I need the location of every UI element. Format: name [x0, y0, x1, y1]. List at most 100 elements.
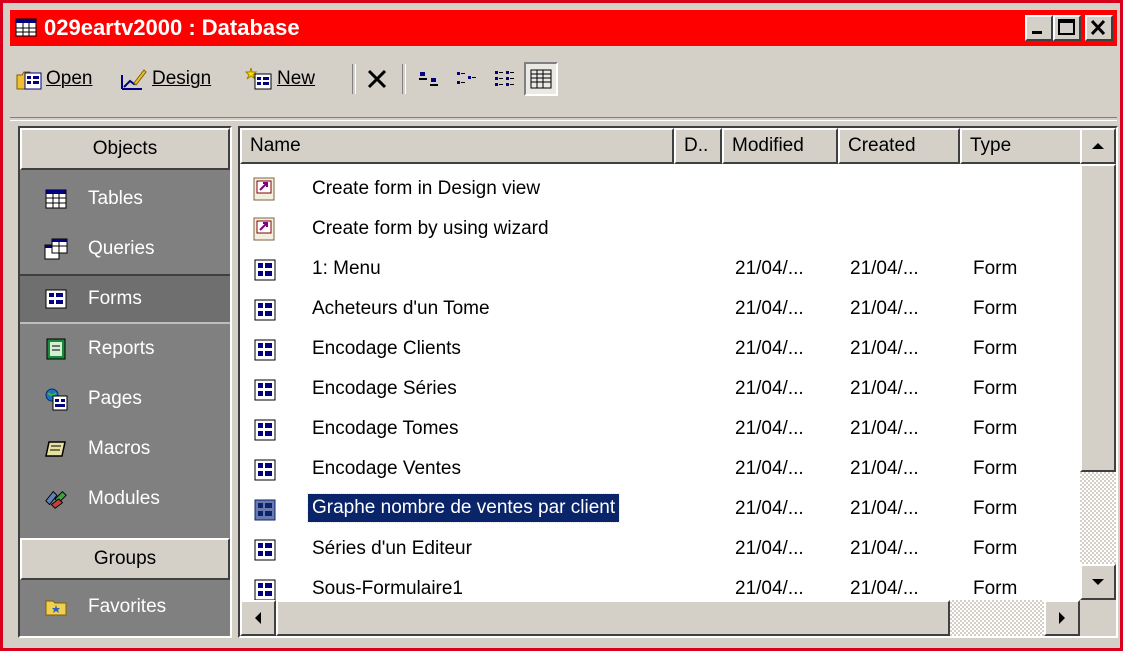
design-icon — [121, 69, 147, 90]
details-view-icon — [530, 69, 552, 89]
new-label: New — [277, 68, 316, 89]
toolbar-divider — [10, 117, 1117, 121]
horizontal-scrollbar[interactable] — [240, 600, 1116, 636]
macro-icon — [44, 437, 68, 461]
list-item-selected[interactable]: Graphe nombre de ventes par client 21/04… — [240, 490, 1080, 530]
details-view-button[interactable] — [524, 62, 558, 96]
scroll-down-button[interactable] — [1080, 564, 1116, 600]
arrow-right-icon — [1059, 612, 1065, 624]
sidebar-item-pages[interactable]: Pages — [20, 374, 230, 424]
sidebar-item-forms[interactable]: Forms — [20, 274, 230, 324]
new-form-icon — [245, 67, 272, 90]
column-header-created[interactable]: Created — [838, 128, 960, 164]
open-button[interactable]: Open — [16, 62, 92, 96]
sidebar-item-label: Modules — [88, 488, 160, 509]
form-icon — [254, 339, 276, 361]
list-item[interactable]: Create form by using wizard — [240, 210, 1080, 250]
groups-header-button[interactable]: Groups — [20, 538, 230, 580]
column-header-description[interactable]: D.. — [674, 128, 722, 164]
form-icon — [254, 299, 276, 321]
sidebar-item-reports[interactable]: Reports — [20, 324, 230, 374]
toolbar-separator — [402, 64, 406, 94]
page-icon — [44, 387, 68, 411]
arrow-left-icon — [255, 612, 261, 624]
sidebar-item-label: Queries — [88, 238, 155, 259]
list-view-button[interactable] — [488, 62, 522, 96]
sidebar-item-queries[interactable]: Queries — [20, 224, 230, 274]
delete-button[interactable] — [360, 62, 394, 96]
column-header-type[interactable]: Type — [960, 128, 1082, 164]
minimize-icon — [1032, 31, 1042, 34]
list-item[interactable]: Séries d'un Editeur 21/04/... 21/04/... … — [240, 530, 1080, 570]
close-button[interactable] — [1085, 15, 1113, 41]
toolbar: Open Design New — [10, 50, 1117, 108]
large-icons-button[interactable] — [412, 62, 446, 96]
sidebar-item-tables[interactable]: Tables — [20, 174, 230, 224]
sidebar-item-label: Forms — [88, 288, 142, 309]
arrow-up-icon — [1092, 143, 1104, 149]
shortcut-icon — [253, 217, 275, 241]
list-item[interactable]: Encodage Séries 21/04/... 21/04/... Form — [240, 370, 1080, 410]
list-item[interactable]: 1: Menu 21/04/... 21/04/... Form — [240, 250, 1080, 290]
open-label: Open — [46, 68, 93, 89]
scroll-left-button[interactable] — [240, 600, 276, 636]
list-item[interactable]: Encodage Tomes 21/04/... 21/04/... Form — [240, 410, 1080, 450]
list-view-icon — [495, 71, 514, 86]
object-list: Name D.. Modified Created Type Create fo… — [238, 126, 1118, 638]
sidebar-item-label: Pages — [88, 388, 142, 409]
small-icons-icon — [457, 72, 476, 84]
database-window: 029eartv2000 : Database Open Design New … — [0, 0, 1123, 651]
column-header-name[interactable]: Name — [240, 128, 674, 164]
shortcut-icon — [253, 177, 275, 201]
maximize-button[interactable] — [1053, 15, 1081, 41]
large-icons-icon — [419, 72, 438, 86]
close-icon — [1090, 19, 1106, 36]
list-item[interactable]: Acheteurs d'un Tome 21/04/... 21/04/... … — [240, 290, 1080, 330]
window-title: 029eartv2000 : Database — [44, 15, 300, 40]
module-icon — [44, 487, 68, 511]
form-icon — [254, 379, 276, 401]
sidebar-item-macros[interactable]: Macros — [20, 424, 230, 474]
maximize-icon — [1058, 19, 1075, 35]
form-icon — [254, 259, 276, 281]
form-icon — [44, 287, 68, 311]
database-icon — [15, 18, 37, 37]
title-bar[interactable]: 029eartv2000 : Database — [10, 10, 1117, 46]
vertical-scroll-thumb[interactable] — [1080, 164, 1116, 472]
sidebar-item-label: Reports — [88, 338, 155, 359]
report-icon — [44, 337, 68, 361]
column-header-modified[interactable]: Modified — [722, 128, 838, 164]
sidebar-item-label: Macros — [88, 438, 151, 459]
table-icon — [44, 187, 68, 211]
vertical-scrollbar[interactable] — [1080, 128, 1116, 600]
design-label: Design — [152, 68, 212, 89]
objects-header-label: Objects — [92, 138, 158, 159]
small-icons-button[interactable] — [450, 62, 484, 96]
scroll-right-button[interactable] — [1044, 600, 1080, 636]
sidebar-item-label: Tables — [88, 188, 143, 209]
list-item[interactable]: Encodage Clients 21/04/... 21/04/... For… — [240, 330, 1080, 370]
form-icon — [254, 499, 276, 521]
groups-header-label: Groups — [93, 548, 157, 569]
sidebar-item-modules[interactable]: Modules — [20, 474, 230, 524]
sidebar-item-label: Favorites — [88, 596, 167, 617]
open-form-icon — [16, 71, 42, 90]
form-icon — [254, 459, 276, 481]
delete-icon — [367, 69, 387, 89]
objects-header-button[interactable]: Objects — [20, 128, 230, 170]
form-icon — [254, 419, 276, 441]
query-icon — [44, 237, 68, 261]
minimize-button[interactable] — [1025, 15, 1053, 41]
sidebar-item-favorites[interactable]: Favorites — [20, 582, 230, 632]
scrollbar-corner — [1080, 600, 1116, 636]
scroll-up-button[interactable] — [1080, 128, 1116, 164]
objects-bar: Objects Tables Queries Forms Reports Pag… — [18, 126, 232, 638]
design-button[interactable]: Design — [120, 62, 211, 96]
favorites-icon — [44, 595, 68, 619]
arrow-down-icon — [1092, 579, 1104, 585]
horizontal-scroll-thumb[interactable] — [276, 600, 950, 636]
form-icon — [254, 539, 276, 561]
new-button[interactable]: New — [245, 62, 315, 96]
list-item[interactable]: Encodage Ventes 21/04/... 21/04/... Form — [240, 450, 1080, 490]
list-item[interactable]: Create form in Design view — [240, 170, 1080, 210]
